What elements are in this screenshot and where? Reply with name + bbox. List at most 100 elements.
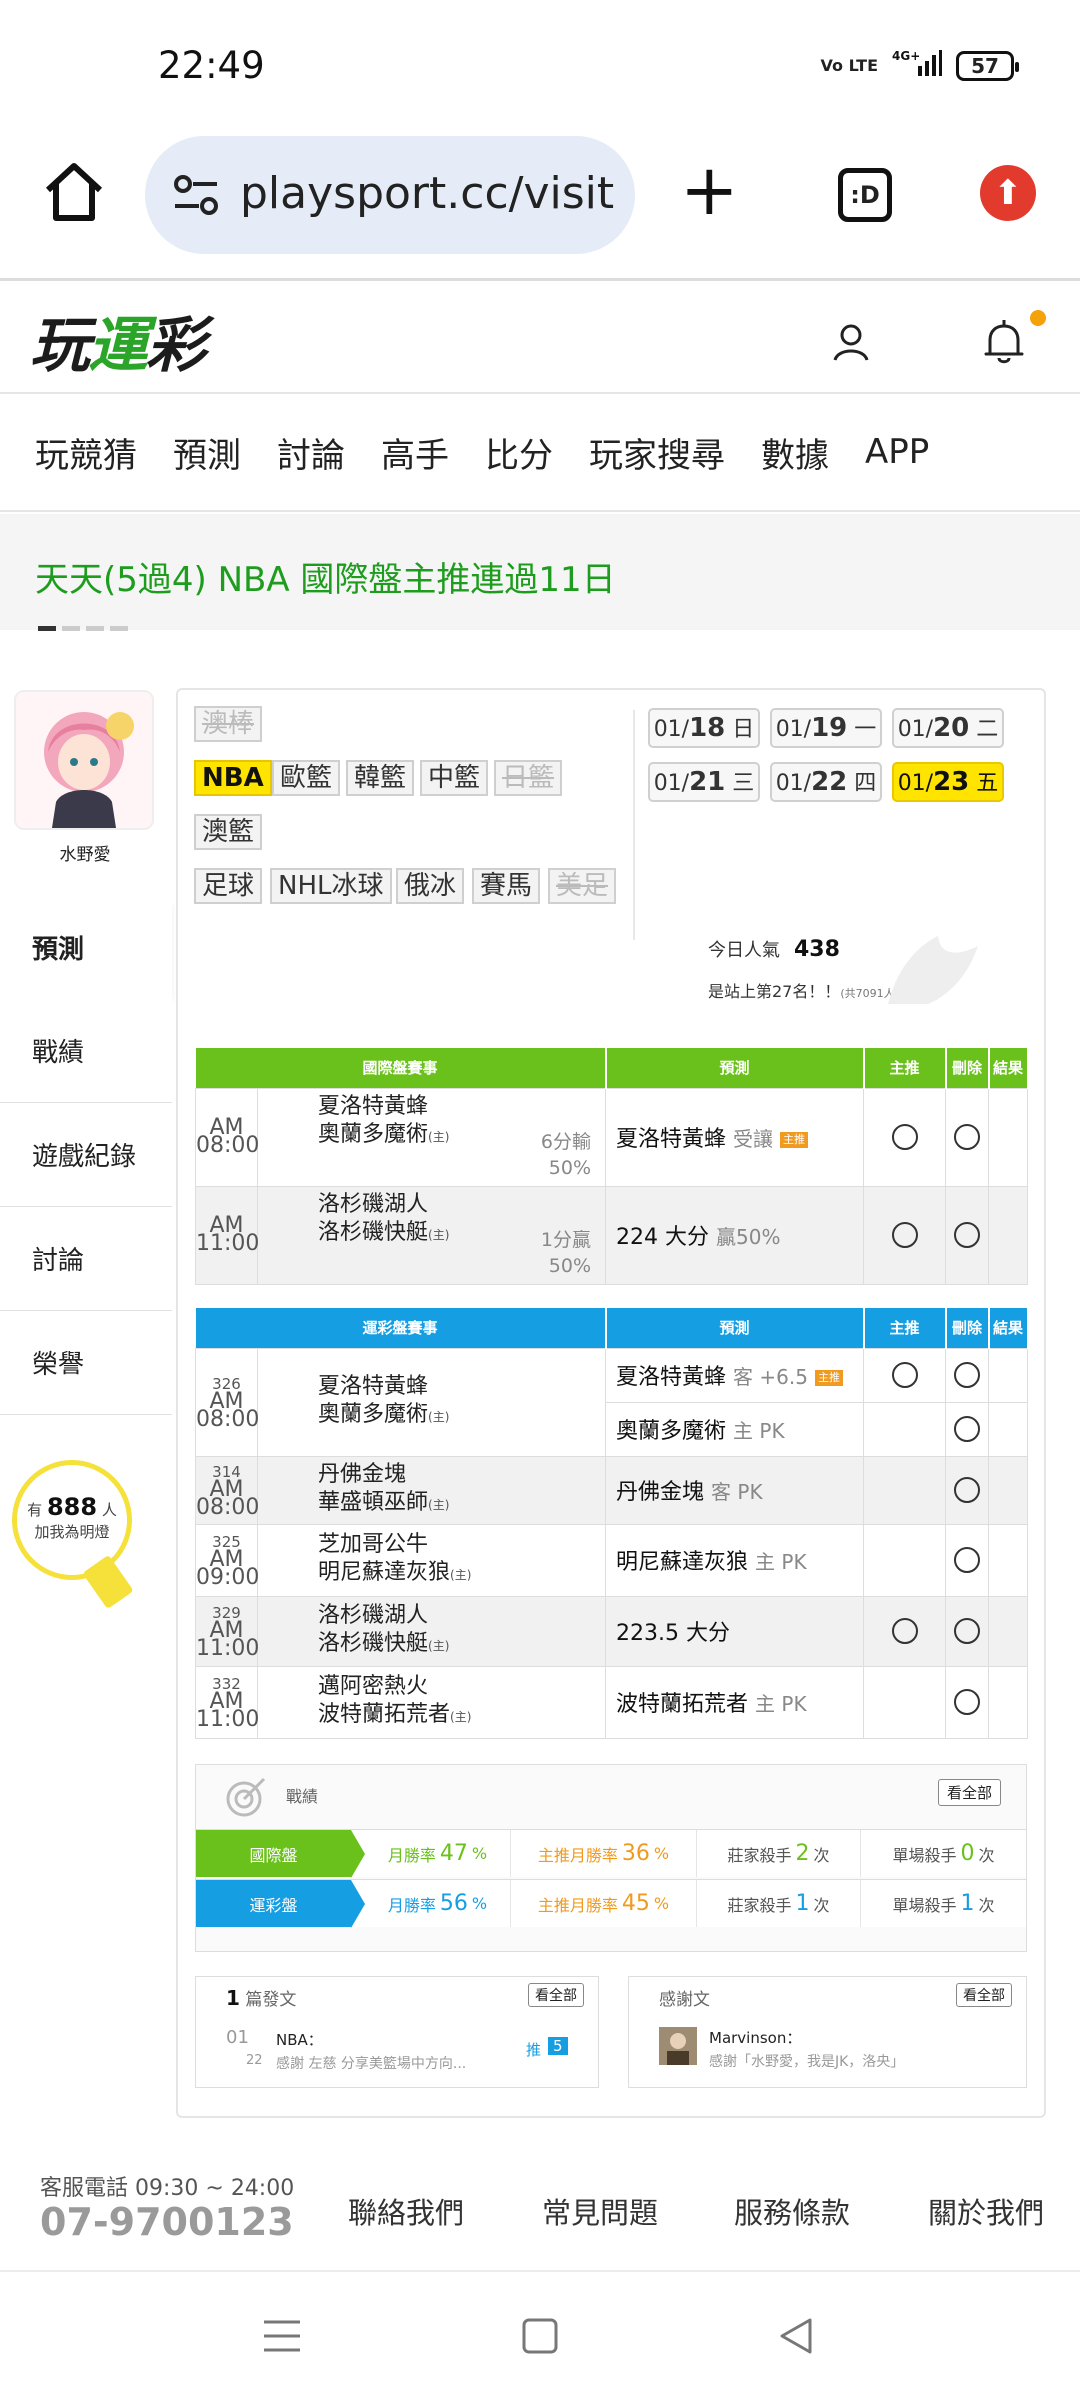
result-cell (988, 1347, 1029, 1403)
footer-link-terms[interactable]: 服務條款 (734, 2190, 850, 2232)
main-pick-radio[interactable] (863, 1087, 947, 1187)
sport-tag[interactable]: 賽馬 (472, 868, 541, 904)
delete-radio[interactable] (945, 1595, 990, 1667)
sport-tag[interactable]: 俄冰 (396, 868, 465, 904)
table-row: 314 AM 08:00 丹佛金塊 華盛頓巫師(主) 丹佛金塊 客 PK (195, 1455, 1029, 1525)
intl-prediction-table: 國際盤賽事 預測 主推 刪除 結果 AM 08:00 夏洛特黃蜂 奧蘭多魔術(主)… (195, 1048, 1029, 1285)
sport-tag[interactable]: NHL冰球 (270, 868, 392, 904)
delete-radio[interactable] (945, 1401, 990, 1457)
menu-item-record[interactable]: 戰績 (0, 999, 172, 1103)
sport-tag[interactable]: 歐籃 (272, 760, 341, 796)
view-all-record-button[interactable]: 看全部 (937, 1779, 1001, 1806)
menu-item-honors[interactable]: 榮譽 (0, 1311, 172, 1415)
prediction: 夏洛特黃蜂 受讓 主推 (605, 1087, 865, 1187)
post-title[interactable]: 感謝 左慈 分享美籃場中方向... (276, 2053, 506, 2073)
nav-item[interactable]: 高手 (345, 428, 449, 477)
date-tab[interactable]: 01/21 三 (648, 762, 760, 802)
sport-tag[interactable]: 美足 (548, 868, 617, 904)
system-nav-bar (0, 2270, 1080, 2400)
result-cell (988, 1595, 1029, 1667)
nav-item[interactable]: 數據 (725, 428, 829, 477)
nav-item[interactable]: 玩家搜尋 (553, 428, 725, 477)
avatar[interactable] (14, 690, 154, 830)
home-icon[interactable] (38, 156, 110, 228)
date-tab[interactable]: 01/22 四 (770, 762, 882, 802)
column-header: 主推 (863, 1048, 947, 1088)
sport-tag[interactable]: 中籃 (420, 760, 489, 796)
menu-item-predictions[interactable]: 預測 (0, 895, 172, 999)
menu-item-discussion[interactable]: 討論 (0, 1207, 172, 1311)
toolbar-divider (0, 278, 1080, 281)
sport-tag[interactable]: 日籃 (494, 760, 563, 796)
thanks-user: Marvinson： (709, 2029, 802, 2047)
game-teams: 丹佛金塊 華盛頓巫師(主) (256, 1455, 607, 1525)
profile-menu: 預測 戰績 遊戲紀錄 討論 榮譽 (0, 895, 172, 1415)
footer-link-about[interactable]: 關於我們 (928, 2190, 1044, 2232)
nav-item[interactable]: 討論 (241, 428, 345, 477)
record-row-local: 運彩盤 月勝率 56% 主推月勝率 45% 莊家殺手 1 次 單場殺手 1 次 (196, 1879, 1026, 1928)
delete-radio[interactable] (945, 1347, 990, 1403)
nav-item[interactable]: 玩競猜 (0, 428, 137, 477)
prediction: 223.5 大分 (605, 1595, 865, 1667)
nav-item[interactable]: 比分 (449, 428, 553, 477)
main-pick-radio[interactable] (863, 1185, 947, 1285)
new-tab-button[interactable]: + (680, 155, 739, 225)
promo-banner[interactable]: 天天(5過4) NBA 國際盤主推連過11日 (0, 514, 1080, 631)
site-settings-icon[interactable] (171, 174, 221, 218)
main-pick-cell (863, 1455, 947, 1525)
table-row: 329 AM 11:00 洛杉磯湖人 洛杉磯快艇(主) 223.5 大分 (195, 1595, 1029, 1667)
main-pick-radio[interactable] (863, 1595, 947, 1667)
divider (633, 710, 635, 940)
site-header: 玩運彩 (0, 282, 1080, 394)
nav-item[interactable]: APP (829, 432, 929, 472)
table-row: 332 AM 11:00 邁阿密熱火 波特蘭拓荒者(主) 波特蘭拓荒者 主 PK (195, 1665, 1029, 1739)
result-cell (988, 1185, 1029, 1285)
date-tab[interactable]: 01/19 一 (770, 708, 882, 748)
footer-link-faq[interactable]: 常見問題 (542, 2190, 658, 2232)
footer-link-contact[interactable]: 聯絡我們 (348, 2190, 464, 2232)
menu-icon[interactable] (262, 2316, 302, 2360)
update-icon[interactable]: ⬆ (980, 165, 1036, 221)
user-icon[interactable] (830, 322, 872, 364)
thanks-text: 感謝「水野愛，我是JK，洛央」 (709, 2054, 905, 2070)
delete-radio[interactable] (945, 1087, 990, 1187)
sport-tag[interactable]: 澳籃 (194, 814, 263, 850)
record-label: 國際盤 (196, 1830, 365, 1878)
sport-tag[interactable]: 韓籃 (346, 760, 415, 796)
service-phone[interactable]: 07-9700123 (40, 2200, 294, 2244)
view-all-thanks-button[interactable]: 看全部 (956, 1983, 1012, 2007)
menu-item-game-log[interactable]: 遊戲紀錄 (0, 1103, 172, 1207)
thanks-avatar[interactable] (659, 2027, 697, 2065)
game-teams: 夏洛特黃蜂 奧蘭多魔術(主) 6分輸 50% (256, 1087, 607, 1187)
date-tab[interactable]: 01/20 二 (892, 708, 1004, 748)
home-square-icon[interactable] (520, 2316, 560, 2360)
column-header: 結果 (988, 1308, 1029, 1348)
address-bar[interactable]: playsport.cc/visit (145, 136, 635, 254)
column-header: 刪除 (945, 1048, 990, 1088)
nav-item[interactable]: 預測 (137, 428, 241, 477)
delete-radio[interactable] (945, 1665, 990, 1739)
post-category: NBA： (276, 2031, 323, 2049)
date-tab[interactable]: 01/18 日 (648, 708, 760, 748)
main-pick-radio[interactable] (863, 1347, 947, 1403)
delete-radio[interactable] (945, 1523, 990, 1597)
prediction: 224 大分 贏50% (605, 1185, 865, 1285)
bell-icon[interactable] (982, 318, 1026, 366)
sport-tag[interactable]: 澳棒 (194, 706, 263, 742)
table-row: AM 11:00 洛杉磯湖人 洛杉磯快艇(主) 1分贏 50% 224 大分 贏50… (195, 1185, 1029, 1285)
site-logo[interactable]: 玩運彩 (30, 297, 206, 384)
result-cell (988, 1455, 1029, 1525)
record-label: 運彩盤 (196, 1880, 365, 1928)
main-pick-cell (863, 1523, 947, 1597)
delete-radio[interactable] (945, 1185, 990, 1285)
sport-tag[interactable]: 足球 (194, 868, 263, 904)
battery-icon: 57 (956, 51, 1019, 81)
delete-radio[interactable] (945, 1455, 990, 1525)
view-all-posts-button[interactable]: 看全部 (528, 1983, 584, 2007)
notification-dot (1030, 310, 1046, 326)
sport-tag[interactable]: NBA (194, 760, 272, 796)
back-icon[interactable] (776, 2316, 816, 2360)
tab-switcher-button[interactable]: :D (838, 168, 892, 222)
date-tab-selected[interactable]: 01/23 五 (892, 762, 1004, 802)
game-teams: 邁阿密熱火 波特蘭拓荒者(主) (256, 1665, 607, 1739)
